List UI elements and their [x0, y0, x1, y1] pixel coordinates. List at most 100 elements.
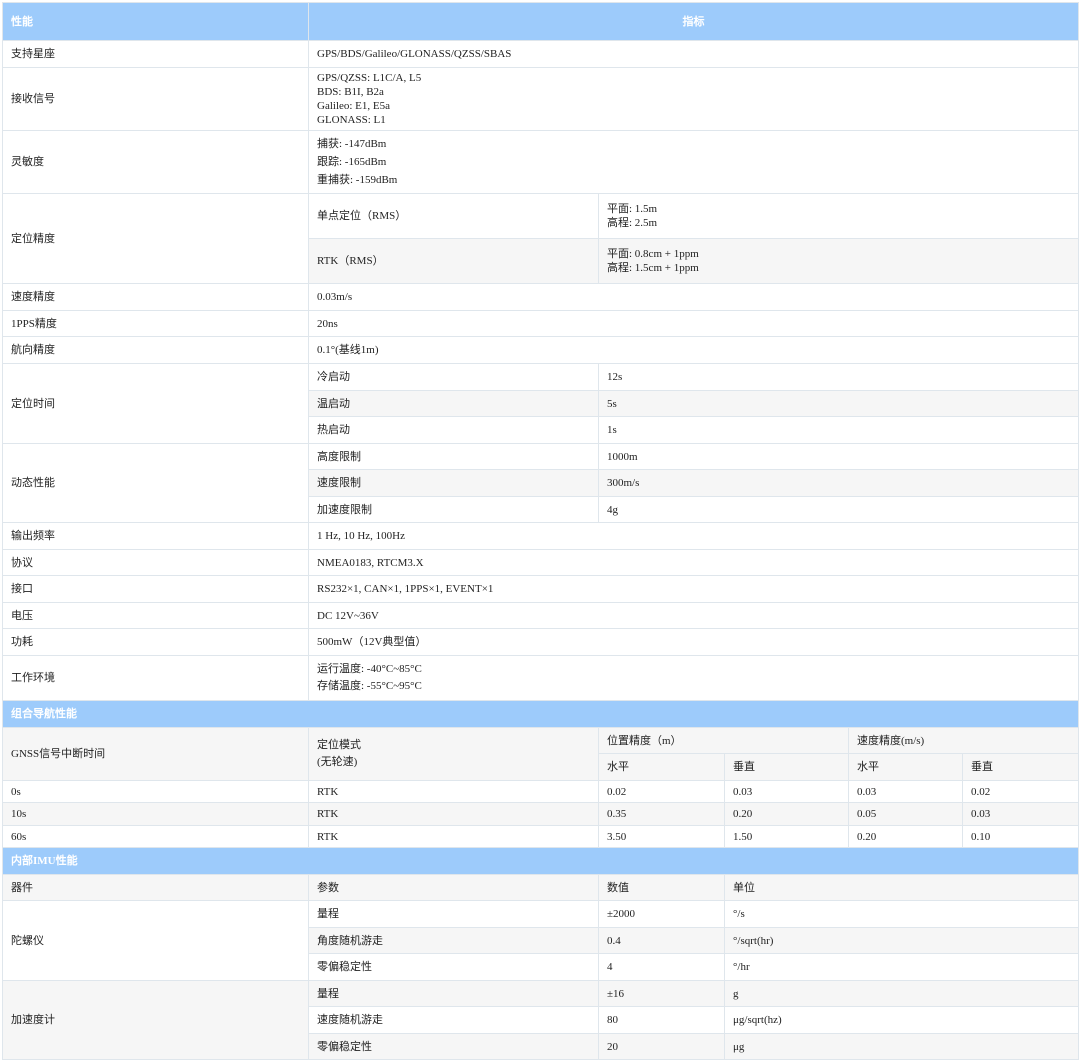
row-pps: 1PPS精度 20ns [2, 310, 1080, 337]
accuracy-single-horizontal: 平面: 1.5m [607, 203, 658, 215]
signal-glonass: GLONASS: L1 [317, 114, 386, 126]
imu-header-value: 数值 [598, 874, 725, 901]
label-voltage: 电压 [2, 602, 309, 629]
accuracy-single-value: 平面: 1.5m 高程: 2.5m [597, 193, 1080, 239]
label-velocity: 速度精度 [2, 283, 309, 311]
imu-unit: °/sqrt(hr) [723, 927, 1080, 954]
imu-header-param: 参数 [308, 874, 599, 901]
label-constellations: 支持星座 [2, 40, 309, 68]
dynamic-accel-value: 4g [597, 496, 1080, 523]
sensitivity-reacquisition: 重捕获: -159dBm [317, 174, 398, 186]
header-row: 性能 指标 [2, 2, 1080, 41]
label-interface: 接口 [2, 575, 309, 603]
section-imu: 内部IMU性能 [1, 847, 1080, 875]
value-protocol: NMEA0183, RTCM3.X [307, 549, 1080, 576]
dynamic-speed-label: 速度限制 [308, 469, 599, 497]
ins-header-outage: GNSS信号中断时间 [2, 727, 309, 781]
imu-value: ±16 [598, 980, 725, 1007]
label-power: 功耗 [2, 628, 309, 656]
label-accuracy: 定位精度 [2, 193, 309, 284]
ttff-hot-value: 1s [597, 416, 1080, 444]
row-accuracy-single: 定位精度 单点定位（RMS） 平面: 1.5m 高程: 2.5m [2, 193, 1080, 284]
ttff-warm-value: 5s [597, 390, 1080, 417]
env-operating: 运行温度: -40°C~85°C [317, 663, 422, 675]
imu-value: 20 [598, 1033, 725, 1060]
row-voltage: 电压 DC 12V~36V [2, 602, 1080, 629]
value-interface: RS232×1, CAN×1, 1PPS×1, EVENT×1 [307, 575, 1080, 603]
section-ins: 组合导航性能 [1, 700, 1080, 728]
dynamic-altitude-value: 1000m [597, 443, 1080, 470]
accuracy-single-mode: 单点定位（RMS） [308, 193, 599, 239]
value-rate: 1 Hz, 10 Hz, 100Hz [307, 522, 1080, 550]
value-heading: 0.1°(基线1m) [307, 336, 1080, 364]
ins-time: 60s [2, 825, 309, 848]
imu-device-accel: 加速度计 [2, 980, 309, 1060]
ins-sub-pos-h: 水平 [598, 753, 725, 781]
value-sensitivity: 捕获: -147dBm 跟踪: -165dBm 重捕获: -159dBm [307, 130, 1080, 194]
imu-value: 80 [598, 1006, 725, 1034]
label-ttff: 定位时间 [2, 363, 309, 444]
ins-pos-h: 0.02 [598, 780, 725, 803]
imu-param: 零偏稳定性 [308, 953, 599, 981]
ins-vel-v: 0.02 [961, 780, 1080, 803]
table-row: 60s RTK 3.50 1.50 0.20 0.10 [2, 825, 1080, 848]
section-imu-title: 内部IMU性能 [1, 847, 1080, 875]
ttff-cold-label: 冷启动 [308, 363, 599, 391]
ins-time: 0s [2, 780, 309, 803]
ins-vel-v: 0.03 [961, 802, 1080, 826]
label-heading: 航向精度 [2, 336, 309, 364]
ins-sub-pos-v: 垂直 [724, 753, 849, 781]
label-dynamic: 动态性能 [2, 443, 309, 523]
imu-header-device: 器件 [2, 874, 309, 901]
table-row: 10s RTK 0.35 0.20 0.05 0.03 [2, 802, 1080, 826]
ttff-hot-label: 热启动 [308, 416, 599, 444]
table-row: 加速度计 量程 ±16 g [2, 980, 1080, 1060]
ins-header-mode: 定位模式 (无轮速) [308, 727, 599, 781]
signal-galileo: Galileo: E1, E5a [317, 100, 391, 112]
dynamic-accel-label: 加速度限制 [308, 496, 599, 523]
imu-value: 0.4 [598, 927, 725, 954]
imu-unit: g [723, 980, 1080, 1007]
header-performance: 性能 [2, 2, 309, 41]
ins-pos-v: 1.50 [724, 825, 849, 848]
value-signals: GPS/QZSS: L1C/A, L5 BDS: B1I, B2a Galile… [307, 67, 1080, 131]
ins-vel-v: 0.10 [961, 825, 1080, 848]
ins-vel-h: 0.20 [848, 825, 963, 848]
dynamic-speed-value: 300m/s [597, 469, 1080, 497]
row-constellations: 支持星座 GPS/BDS/Galileo/GLONASS/QZSS/SBAS [2, 40, 1080, 68]
row-ttff-cold: 定位时间 冷启动 12s [2, 363, 1080, 444]
ttff-warm-label: 温启动 [308, 390, 599, 417]
ttff-cold-value: 12s [597, 363, 1080, 391]
imu-unit: °/hr [723, 953, 1080, 981]
imu-value: ±2000 [598, 900, 725, 928]
row-heading: 航向精度 0.1°(基线1m) [2, 336, 1080, 364]
row-protocol: 协议 NMEA0183, RTCM3.X [2, 549, 1080, 576]
accuracy-rtk-horizontal: 平面: 0.8cm + 1ppm [607, 248, 699, 260]
env-storage: 存储温度: -55°C~95°C [317, 680, 422, 692]
row-power: 功耗 500mW（12V典型值） [2, 628, 1080, 656]
row-environment: 工作环境 运行温度: -40°C~85°C 存储温度: -55°C~95°C [2, 655, 1080, 701]
ins-pos-h: 3.50 [598, 825, 725, 848]
label-signals: 接收信号 [2, 67, 309, 131]
spec-table: 性能 指标 支持星座 GPS/BDS/Galileo/GLONASS/QZSS/… [1, 2, 1080, 1060]
header-spec: 指标 [307, 2, 1080, 41]
imu-param: 量程 [308, 980, 599, 1007]
row-interface: 接口 RS232×1, CAN×1, 1PPS×1, EVENT×1 [2, 575, 1080, 603]
ins-time: 10s [2, 802, 309, 826]
signal-gps: GPS/QZSS: L1C/A, L5 [317, 72, 422, 84]
ins-header-position: 位置精度（m） [598, 727, 849, 754]
imu-param: 速度随机游走 [308, 1006, 599, 1034]
imu-unit: μg/sqrt(hz) [723, 1006, 1080, 1034]
section-ins-title: 组合导航性能 [1, 700, 1080, 728]
ins-mode: RTK [308, 825, 599, 848]
row-rate: 输出频率 1 Hz, 10 Hz, 100Hz [2, 522, 1080, 550]
imu-unit: μg [723, 1033, 1080, 1060]
imu-param: 量程 [308, 900, 599, 928]
imu-header-row: 器件 参数 数值 单位 [2, 874, 1080, 901]
imu-device-gyro: 陀螺仪 [2, 900, 309, 981]
accuracy-rtk-mode: RTK（RMS） [308, 238, 599, 284]
row-signals: 接收信号 GPS/QZSS: L1C/A, L5 BDS: B1I, B2a G… [2, 67, 1080, 131]
table-row: 0s RTK 0.02 0.03 0.03 0.02 [2, 780, 1080, 803]
label-pps: 1PPS精度 [2, 310, 309, 337]
row-sensitivity: 灵敏度 捕获: -147dBm 跟踪: -165dBm 重捕获: -159dBm [2, 130, 1080, 194]
